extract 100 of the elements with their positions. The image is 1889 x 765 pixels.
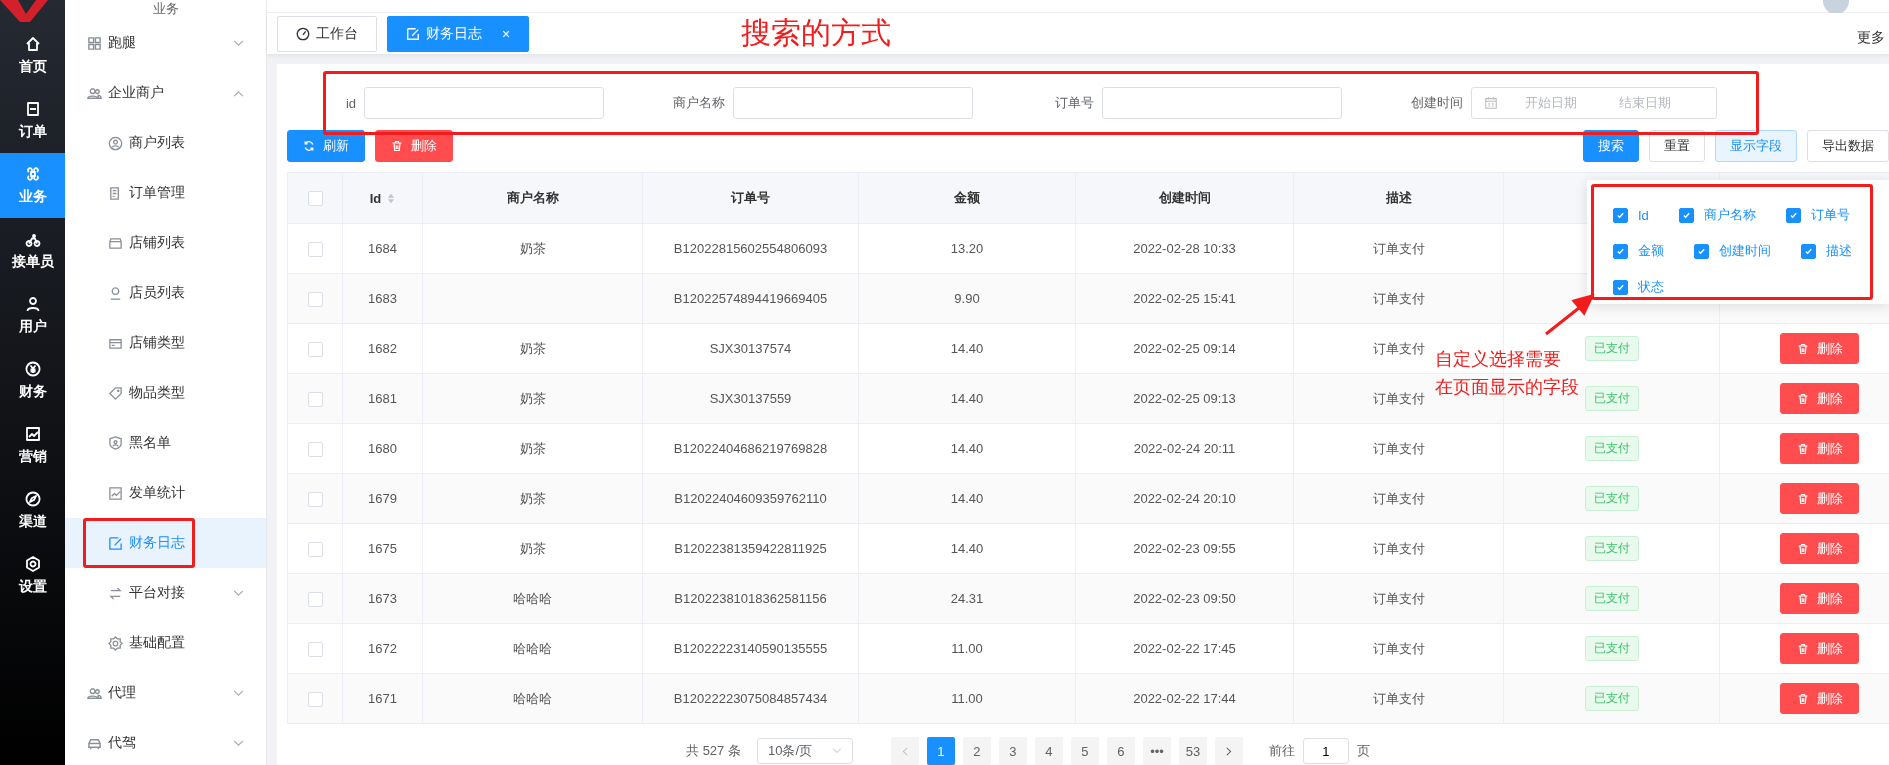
menu-item[interactable]: 跑腿 [65,18,266,68]
rail-item[interactable]: 用户 [0,283,65,348]
rail-item[interactable]: 营销 [0,413,65,478]
chevron-right-icon [1225,746,1232,756]
field-label: 订单号 [1054,94,1094,112]
delete-button[interactable]: 删除 [1780,633,1859,664]
menu-item[interactable]: 店铺列表 [65,218,266,268]
page-button[interactable]: 3 [998,737,1027,765]
page-button[interactable]: 53 [1178,737,1207,765]
check-icon [1616,282,1625,292]
delete-button[interactable]: 删除 [1780,433,1859,464]
field-option[interactable]: 创建时间 [1694,242,1771,260]
chevron-left-icon [901,746,908,756]
delete-button[interactable]: 删除 [1780,683,1859,714]
checkbox[interactable] [1678,207,1694,223]
trash-icon [1796,642,1809,655]
checkbox[interactable] [1613,207,1628,223]
status-tag: 已支付 [1584,536,1639,561]
status-tag: 已支付 [1584,336,1639,361]
tab[interactable]: 工作台 [277,15,377,52]
table-cell: 奶茶 [519,490,546,506]
menu-item[interactable]: 基础配置 [65,618,266,668]
menu-item[interactable]: 企业商户 [65,68,266,118]
command-icon [24,165,41,182]
checkbox[interactable] [1613,279,1628,295]
document-icon [24,100,41,117]
checkbox[interactable] [1613,243,1628,259]
table-cell: 奶茶 [519,440,546,456]
tab[interactable]: 财务日志 × [387,15,530,52]
page-button[interactable]: 2 [962,737,991,765]
store-icon [108,235,123,251]
field-option[interactable]: 状态 [1613,278,1664,296]
page-button[interactable]: 1 [926,737,955,765]
menu-item[interactable]: 代驾 [65,718,266,765]
menu-item[interactable]: 商户列表 [65,118,266,168]
chevron-down-icon [831,748,842,754]
rail-item[interactable]: 首页 [0,23,65,88]
input-field[interactable] [1102,87,1342,119]
menu-item[interactable]: 黑名单 [65,418,266,468]
table-cell: 奶茶 [519,390,546,406]
next-page-button[interactable] [1214,737,1243,765]
trash-icon [1796,492,1809,505]
sort-icon[interactable] [387,192,396,204]
delete-button[interactable]: 删除 [1780,383,1859,414]
field-option[interactable]: 订单号 [1785,206,1850,224]
delete-button[interactable]: 删除 [1780,333,1859,364]
field-label: id [344,95,356,111]
person-icon [24,295,41,312]
page-input[interactable]: 1 [1302,738,1349,764]
annotation-text: 自定义选择需要 [1435,348,1561,371]
rail-item[interactable]: 财务 [0,348,65,413]
previous-page-button[interactable] [890,737,919,765]
table-cell: 哈哈哈 [513,690,552,706]
chevron-down-icon [233,39,244,47]
rail-item[interactable]: 接单员 [0,218,65,283]
rail-item[interactable]: 业务 [0,153,65,218]
table-cell: B12022404686219769828 [673,441,828,456]
toolbar-button[interactable]: 导出数据 [1807,130,1889,162]
more-link[interactable]: 更多 [1857,29,1885,47]
refresh-icon [303,140,315,152]
input-field[interactable] [733,87,973,119]
table-cell: 奶茶 [519,540,546,556]
delete-button[interactable]: 删除 [1780,533,1859,564]
menu-item[interactable]: 物品类型 [65,368,266,418]
checkbox[interactable] [1694,243,1709,259]
delete-button[interactable]: 删除 [1780,583,1859,614]
chevron-down-icon [233,589,244,597]
page-button[interactable]: 6 [1106,737,1135,765]
menu-item[interactable]: 发单统计 [65,468,266,518]
checkbox[interactable] [1785,207,1801,223]
rail-item[interactable]: 设置 [0,543,65,608]
page-button[interactable]: 4 [1034,737,1063,765]
menu-item[interactable]: 代理 [65,668,266,718]
close-icon[interactable]: × [502,25,511,42]
page-button[interactable]: 5 [1070,737,1099,765]
field-option[interactable]: 商户名称 [1678,206,1756,224]
table-cell: 14.40 [950,341,984,356]
menu-item[interactable]: 店铺类型 [65,318,266,368]
rail-item[interactable]: 渠道 [0,478,65,543]
delete-button[interactable]: 删除 [1780,483,1859,514]
menu-item[interactable]: 订单管理 [65,168,266,218]
chart-icon [108,485,123,501]
menu-item[interactable]: 平台对接 [65,568,266,618]
menu-item[interactable]: 店员列表 [65,268,266,318]
input-field[interactable] [364,87,604,119]
table-cell: 14.40 [950,491,984,506]
table-cell: 2022-02-24 20:11 [1133,441,1236,456]
field-option[interactable]: 金额 [1613,242,1664,260]
table-cell: 订单支付 [1372,440,1425,456]
page-size-select[interactable]: 10条/页 [756,738,853,764]
trash-icon [1796,592,1809,605]
field-option[interactable]: Id [1613,206,1649,224]
page-button[interactable]: ••• [1142,737,1171,765]
annotation-text: 搜索的方式 [741,15,892,51]
checkbox[interactable] [1801,243,1816,259]
toolbar-button[interactable]: 刷新 [287,130,365,162]
trash-icon [1796,342,1809,355]
field-option[interactable]: 描述 [1801,242,1852,260]
total-count: 共 527 条 [686,742,741,760]
rail-item[interactable]: 订单 [0,88,65,153]
